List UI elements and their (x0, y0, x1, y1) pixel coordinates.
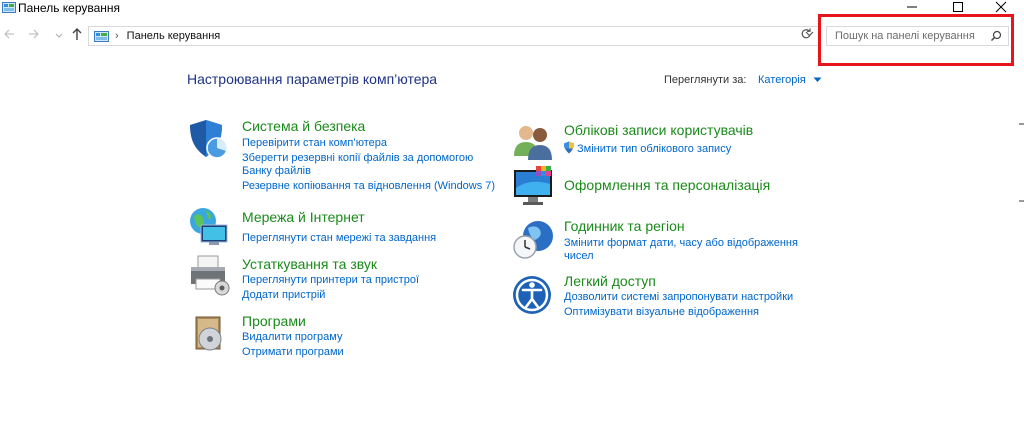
address-bar[interactable]: › Панель керування (88, 26, 819, 46)
search-input[interactable]: Пошук на панелі керування (826, 26, 1009, 46)
category-title-clock[interactable]: Годинник та регіон (564, 218, 685, 235)
programs-disc-icon[interactable] (186, 311, 232, 357)
link-optimize-display[interactable]: Оптимізувати візуальне відображення (564, 305, 759, 320)
network-globe-icon[interactable] (186, 204, 232, 250)
category-title-appearance[interactable]: Оформлення та персоналізація (564, 177, 770, 194)
link-file-history-cont[interactable]: Банку файлів (242, 164, 311, 179)
link-check-status[interactable]: Перевірити стан комп’ютера (242, 136, 387, 151)
view-by-value: Категорія (758, 74, 806, 86)
printer-icon[interactable] (186, 252, 232, 298)
arrow-left-icon (4, 29, 14, 39)
caret-down-icon (813, 77, 822, 82)
shield-icon[interactable] (186, 117, 232, 163)
close-icon (995, 1, 1007, 13)
category-title-accounts[interactable]: Облікові записи користувачів (564, 122, 753, 139)
uac-shield-icon (564, 141, 574, 154)
monitor-palette-icon[interactable] (510, 164, 556, 210)
refresh-icon (801, 28, 811, 39)
link-uninstall-program[interactable]: Видалити програму (242, 330, 342, 345)
link-add-device[interactable]: Додати пристрій (242, 288, 325, 303)
category-title-hardware[interactable]: Устаткування та звук (242, 256, 377, 273)
window-title: Панель керування (18, 1, 121, 15)
link-change-date-format-cont[interactable]: чисел (564, 249, 594, 264)
close-button[interactable] (978, 0, 1024, 14)
edge-divider (1019, 200, 1024, 202)
view-by-label: Переглянути за: (664, 74, 747, 86)
minimize-button[interactable] (889, 0, 935, 14)
title-bar (0, 0, 1024, 22)
recent-locations-button[interactable] (55, 31, 63, 41)
category-title-ease[interactable]: Легкий доступ (564, 273, 656, 290)
link-network-status[interactable]: Переглянути стан мережі та завдання (242, 231, 436, 246)
control-panel-icon (2, 2, 16, 13)
forward-button[interactable] (28, 28, 40, 43)
clock-globe-icon[interactable] (510, 216, 556, 262)
link-change-account-type[interactable]: Змінити тип облікового запису (577, 142, 731, 157)
arrow-right-icon (29, 29, 39, 39)
refresh-button[interactable] (800, 28, 812, 43)
link-devices-printers[interactable]: Переглянути принтери та пристрої (242, 273, 419, 288)
breadcrumb-separator: › (115, 30, 119, 42)
category-title-security[interactable]: Система й безпека (242, 118, 365, 135)
up-button[interactable] (71, 27, 83, 44)
page-title: Настроювання параметрів комп’ютера (187, 71, 438, 87)
arrow-up-icon (72, 28, 82, 40)
maximize-icon (953, 2, 963, 12)
search-placeholder: Пошук на панелі керування (835, 30, 975, 42)
link-backup-restore[interactable]: Резервне копіювання та відновлення (Wind… (242, 179, 495, 194)
category-title-network[interactable]: Мережа й Інтернет (242, 209, 365, 226)
link-suggest-settings[interactable]: Дозволити системі запропонувати настройк… (564, 290, 793, 305)
breadcrumb-item[interactable]: Панель керування (127, 30, 221, 42)
control-panel-icon (94, 30, 109, 42)
view-by-dropdown[interactable]: Категорія (758, 74, 822, 86)
chevron-down-icon (55, 33, 63, 38)
search-icon[interactable] (990, 30, 1002, 42)
link-get-programs[interactable]: Отримати програми (242, 345, 344, 360)
edge-divider (1019, 123, 1024, 125)
category-title-programs[interactable]: Програми (242, 313, 306, 330)
link-change-date-format[interactable]: Змінити формат дати, часу або відображен… (564, 236, 798, 251)
accessibility-icon[interactable] (510, 272, 556, 318)
users-icon[interactable] (510, 120, 556, 166)
back-button[interactable] (3, 28, 15, 43)
maximize-button[interactable] (935, 0, 981, 14)
minimize-icon (907, 6, 917, 8)
